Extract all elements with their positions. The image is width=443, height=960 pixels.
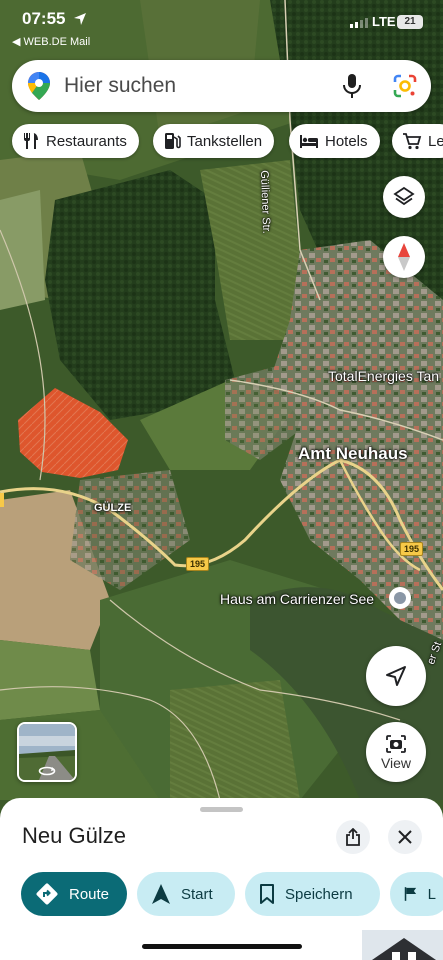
layers-button[interactable]	[383, 176, 425, 218]
status-bar: 07:55 ◀ WEB.DE Mail LTE 21	[0, 0, 443, 52]
map-label-place[interactable]: Haus am Carrienzer See	[220, 591, 374, 607]
share-button[interactable]	[336, 820, 370, 854]
category-chips: Restaurants Tankstellen Hotels Le	[12, 124, 443, 160]
shopping-cart-icon	[403, 133, 422, 150]
chip-label: Restaurants	[46, 132, 127, 150]
start-button[interactable]: Start	[137, 872, 235, 916]
flag-icon	[404, 887, 417, 901]
chip-label: Hotels	[325, 132, 368, 150]
close-icon	[398, 830, 412, 844]
search-input[interactable]: Hier suchen	[64, 74, 176, 98]
microphone-icon[interactable]	[342, 73, 362, 99]
bed-icon	[300, 135, 318, 148]
status-time: 07:55	[22, 9, 66, 28]
compass-icon	[398, 243, 410, 271]
location-arrow-icon	[74, 13, 86, 25]
street-view-thumbnail[interactable]	[17, 722, 77, 782]
bookmark-icon	[260, 884, 274, 904]
navigation-arrow-icon	[152, 884, 170, 904]
signal-strength-icon	[350, 18, 368, 28]
label-button[interactable]: L	[390, 872, 443, 916]
map-label-street: Gülliener Str.	[258, 170, 273, 234]
my-location-button[interactable]	[366, 646, 426, 706]
maps-pin-logo-icon	[28, 72, 50, 100]
street-view-camera-icon	[386, 734, 406, 753]
place-bottom-sheet[interactable]: Neu Gülze Route Start Speichern L	[0, 798, 443, 960]
chip-label: Tankstellen	[187, 132, 263, 150]
map-label-totalenergies[interactable]: TotalEnergies Tan	[328, 368, 439, 384]
route-button[interactable]: Route	[21, 872, 127, 916]
start-label: Start	[181, 885, 213, 903]
share-icon	[346, 828, 360, 846]
map-label-village[interactable]: GÜLZE	[94, 502, 131, 514]
directions-icon	[36, 883, 58, 905]
search-bar[interactable]: Hier suchen	[12, 60, 431, 112]
chip-tankstellen[interactable]: Tankstellen	[153, 124, 275, 158]
home-indicator[interactable]	[142, 944, 302, 949]
chip-hotels[interactable]: Hotels	[289, 124, 380, 158]
google-lens-icon[interactable]	[392, 73, 418, 99]
view-label: View	[380, 754, 412, 771]
chip-shopping[interactable]: Le	[392, 124, 443, 158]
place-pin-icon[interactable]	[389, 587, 411, 609]
network-type: LTE	[372, 14, 396, 29]
chip-restaurants[interactable]: Restaurants	[12, 124, 139, 158]
map-label-town[interactable]: Amt Neuhaus	[298, 444, 408, 464]
view-button[interactable]: View	[366, 722, 426, 782]
back-to-app-link[interactable]: ◀ WEB.DE Mail	[12, 35, 90, 48]
rotate-360-icon	[38, 766, 56, 776]
place-title: Neu Gülze	[22, 823, 126, 848]
place-photo-thumbnail[interactable]	[362, 930, 443, 960]
sheet-drag-handle[interactable]	[200, 807, 243, 812]
my-location-icon	[386, 666, 406, 686]
layers-icon	[393, 186, 415, 206]
chip-label: Le	[428, 132, 443, 150]
route-label: Route	[69, 885, 110, 903]
road-number-195: 195	[400, 542, 424, 556]
save-button[interactable]: Speichern	[245, 872, 380, 916]
label-label: L	[427, 885, 436, 903]
save-label: Speichern	[285, 885, 353, 903]
fork-knife-icon	[24, 133, 38, 149]
house-photo	[362, 930, 443, 960]
road-number-195: 195	[186, 557, 210, 571]
fuel-pump-icon	[165, 133, 181, 149]
close-button[interactable]	[388, 820, 422, 854]
map-edge-marker	[0, 493, 4, 507]
battery-icon: 21	[397, 15, 423, 29]
compass-button[interactable]	[383, 236, 425, 278]
